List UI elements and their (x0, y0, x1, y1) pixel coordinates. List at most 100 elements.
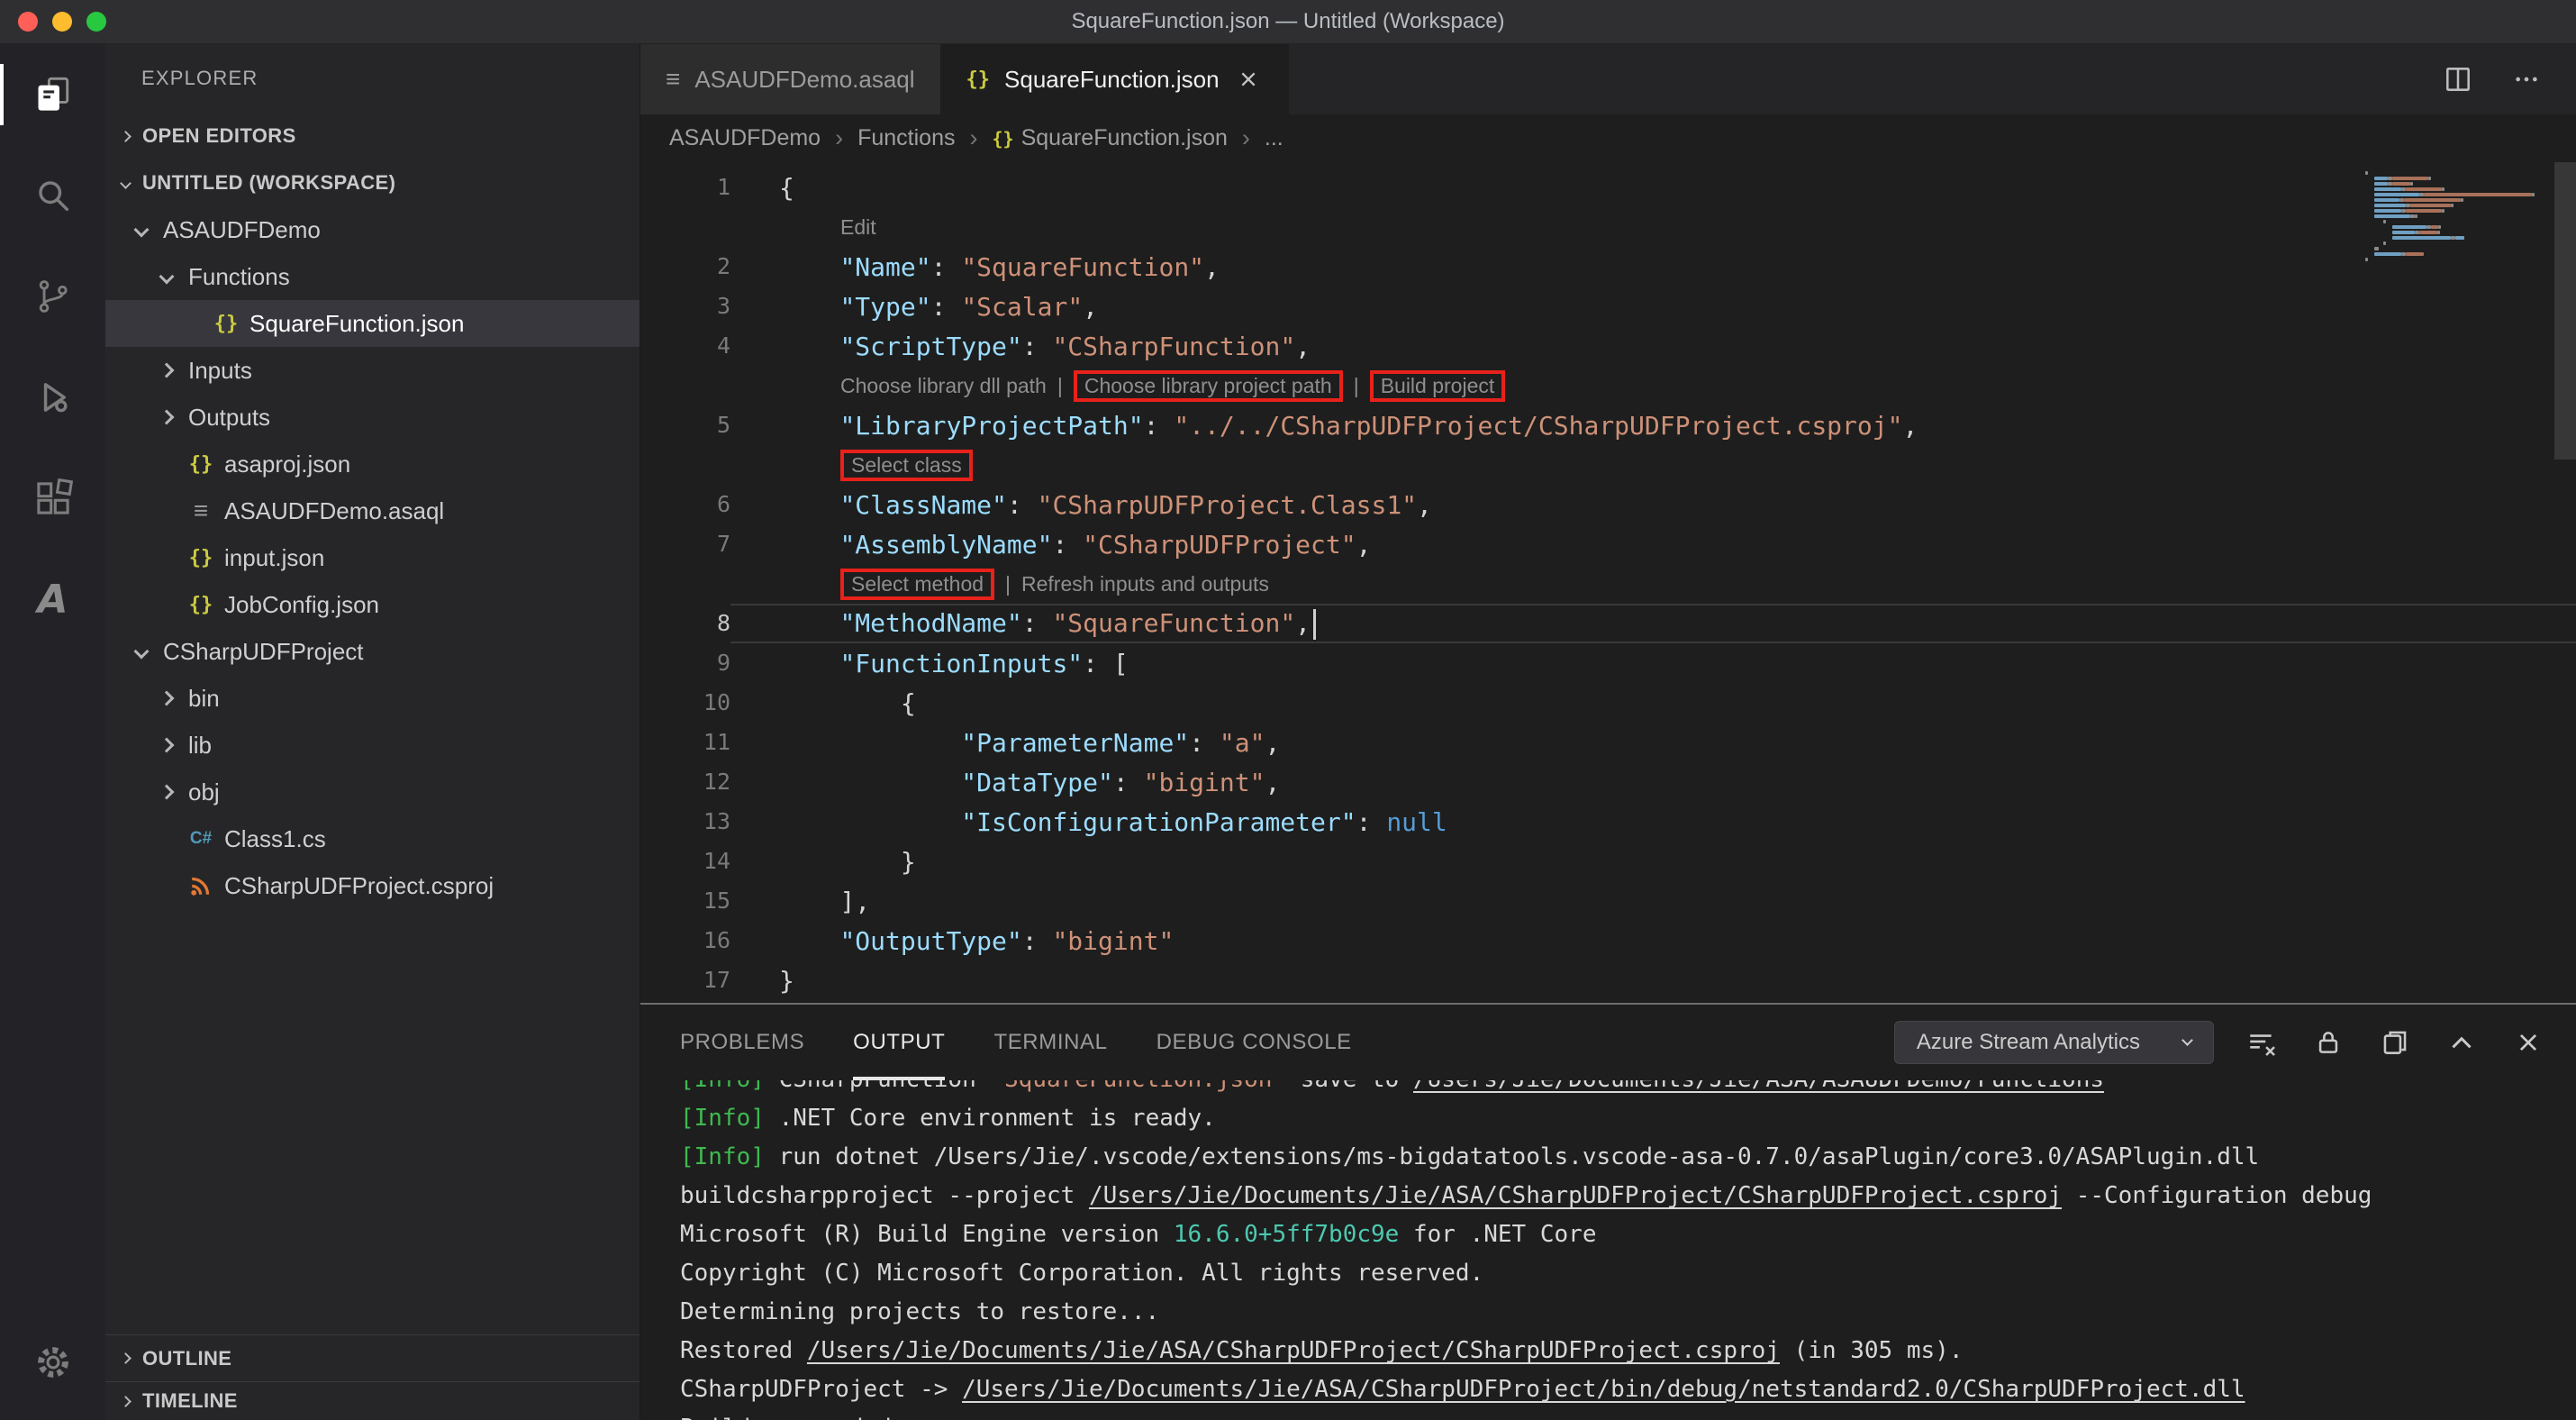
code-line[interactable]: 4 "ScriptType": "CSharpFunction", (640, 326, 2576, 366)
codelens-link[interactable]: Choose library dll path (840, 374, 1047, 398)
file-path-link[interactable]: /Users/Jie/Documents/Jie/ASA/CSharpUDFPr… (807, 1337, 1780, 1364)
code-line[interactable]: 15 ], (640, 881, 2576, 921)
tree-item[interactable]: CSharpUDFProject.csproj (105, 862, 639, 909)
code-line[interactable]: 16 "OutputType": "bigint" (640, 921, 2576, 960)
code-line[interactable]: 12 "DataType": "bigint", (640, 762, 2576, 802)
breadcrumb-item[interactable]: ASAUDFDemo (669, 125, 821, 151)
tree-item[interactable]: bin (105, 675, 639, 722)
lock-icon[interactable] (2313, 1027, 2344, 1058)
activity-settings-icon[interactable] (0, 1312, 105, 1413)
line-number: 4 (716, 332, 730, 359)
codelens-link-annotated[interactable]: Select class (840, 449, 973, 481)
tree-item[interactable]: obj (105, 769, 639, 815)
tree-item[interactable]: {} input.json (105, 534, 639, 581)
editor-tab[interactable]: {} SquareFunction.json (940, 44, 1289, 114)
code-line[interactable]: 11 "ParameterName": "a", (640, 723, 2576, 762)
split-editor-icon[interactable] (2443, 64, 2473, 95)
code-line[interactable]: 13 "IsConfigurationParameter": null (640, 802, 2576, 842)
file-path-link[interactable]: /Users/Jie/Documents/Jie/ASA/CSharpUDFPr… (962, 1376, 2245, 1403)
activity-source-control-icon[interactable] (0, 246, 105, 347)
codelens-link[interactable]: Refresh inputs and outputs (1021, 572, 1269, 596)
activity-explorer-icon[interactable] (0, 44, 105, 145)
tree-item-label: bin (188, 684, 220, 712)
breadcrumb-item[interactable]: ... (1265, 125, 1283, 151)
chevron-right-icon (159, 737, 175, 753)
tree-item[interactable]: ≡ ASAUDFDemo.asaql (105, 487, 639, 534)
file-path-link[interactable]: /Users/Jie/Documents/Jie/ASA/CSharpUDFPr… (1089, 1182, 2062, 1209)
close-panel-icon[interactable] (2513, 1027, 2544, 1058)
breadcrumb-item[interactable]: Functions (857, 125, 955, 151)
code-line[interactable]: 1{ (640, 168, 2576, 207)
chevron-right-icon (120, 130, 132, 142)
outline-section[interactable]: OUTLINE (105, 1334, 639, 1381)
codelens-link-annotated[interactable]: Choose library project path (1073, 369, 1343, 402)
panel-tab[interactable]: OUTPUT (853, 1005, 946, 1080)
json-file-icon: {} (992, 127, 1014, 150)
workspace-section[interactable]: UNTITLED (WORKSPACE) (105, 159, 639, 206)
minimap-line (2365, 187, 2545, 191)
panel-tab[interactable]: DEBUG CONSOLE (1156, 1005, 1352, 1080)
code-line-body: "ScriptType": "CSharpFunction", (730, 326, 2576, 366)
activity-run-and-debug-icon[interactable] (0, 347, 105, 448)
code-line[interactable]: 9 "FunctionInputs": [ (640, 643, 2576, 683)
activity-azure-icon[interactable]: A (0, 549, 105, 650)
code-line[interactable]: 5 "LibraryProjectPath": "../../CSharpUDF… (640, 405, 2576, 445)
panel-tab[interactable]: PROBLEMS (680, 1005, 804, 1080)
activity-extensions-icon[interactable] (0, 448, 105, 549)
minimize-window-button[interactable] (52, 12, 72, 32)
codelens-link-annotated[interactable]: Select method (840, 568, 995, 600)
tree-item[interactable]: Functions (105, 253, 639, 300)
code-line[interactable]: 2 "Name": "SquareFunction", (640, 247, 2576, 287)
tree-item[interactable]: ASAUDFDemo (105, 206, 639, 253)
tree-item[interactable]: Inputs (105, 347, 639, 394)
tree-item-label: Outputs (188, 403, 271, 431)
tree-item-label: CSharpUDFProject (163, 637, 364, 665)
tree-item[interactable]: Outputs (105, 394, 639, 441)
codelens-link-annotated[interactable]: Build project (1369, 369, 1506, 402)
tab-label: ASAUDFDemo.asaql (694, 65, 915, 93)
json-file-icon: {} (966, 68, 991, 91)
breadcrumb-separator: › (835, 124, 844, 151)
tree-item[interactable]: {} JobConfig.json (105, 581, 639, 628)
file-path-link[interactable]: /Users/Jie/Documents/Jie/ASA/ASAUDFDemo/… (1413, 1080, 2104, 1093)
open-editors-section[interactable]: OPEN EDITORS (105, 113, 639, 159)
panel-actions (2214, 1027, 2576, 1058)
zoom-window-button[interactable] (86, 12, 106, 32)
close-window-button[interactable] (18, 12, 38, 32)
panel-tab[interactable]: TERMINAL (993, 1005, 1107, 1080)
breadcrumb-item[interactable]: {} SquareFunction.json (992, 125, 1227, 151)
output-channel-select[interactable]: Azure Stream Analytics (1893, 1021, 2214, 1064)
chevron-down-icon (159, 269, 175, 285)
codelens-separator: | (1353, 373, 1359, 397)
tree-item[interactable]: C# Class1.cs (105, 815, 639, 862)
minimap[interactable] (2365, 171, 2545, 263)
code-line[interactable]: 10 { (640, 683, 2576, 723)
tree-item-label: ASAUDFDemo.asaql (224, 496, 445, 524)
vscode-window: SquareFunction.json — Untitled (Workspac… (0, 0, 2576, 1420)
timeline-section[interactable]: TIMELINE (105, 1381, 639, 1420)
code-line[interactable]: 8 "MethodName": "SquareFunction", (640, 604, 2576, 643)
editor-tab[interactable]: ≡ ASAUDFDemo.asaql (640, 44, 941, 114)
tree-item[interactable]: CSharpUDFProject (105, 628, 639, 675)
sidebar-title: EXPLORER (141, 67, 259, 89)
maximize-panel-icon[interactable] (2446, 1027, 2477, 1058)
activity-search-icon[interactable] (0, 145, 105, 246)
close-tab-icon[interactable] (1234, 65, 1263, 94)
tree-item[interactable]: {} asaproj.json (105, 441, 639, 487)
clear-output-icon[interactable] (2246, 1027, 2277, 1058)
line-number: 10 (703, 689, 730, 715)
code-line[interactable]: 3 "Type": "Scalar", (640, 287, 2576, 326)
codelens-link[interactable]: Edit (840, 215, 876, 240)
window-controls (0, 12, 106, 32)
code-line[interactable]: 7 "AssemblyName": "CSharpUDFProject", (640, 524, 2576, 564)
code-line[interactable]: 6 "ClassName": "CSharpUDFProject.Class1"… (640, 485, 2576, 524)
open-output-in-editor-icon[interactable] (2380, 1027, 2410, 1058)
line-number: 11 (703, 729, 730, 755)
more-actions-icon[interactable] (2511, 64, 2542, 95)
editor-scrollbar[interactable] (2554, 162, 2576, 460)
tree-item[interactable]: {} SquareFunction.json (105, 300, 639, 347)
tree-item[interactable]: lib (105, 722, 639, 769)
code-editor[interactable]: 1{ Edit 2 "Name": "SquareFunction", 3 "Type… (640, 162, 2576, 1003)
code-line[interactable]: 17} (640, 960, 2576, 1000)
code-line[interactable]: 14 } (640, 842, 2576, 881)
